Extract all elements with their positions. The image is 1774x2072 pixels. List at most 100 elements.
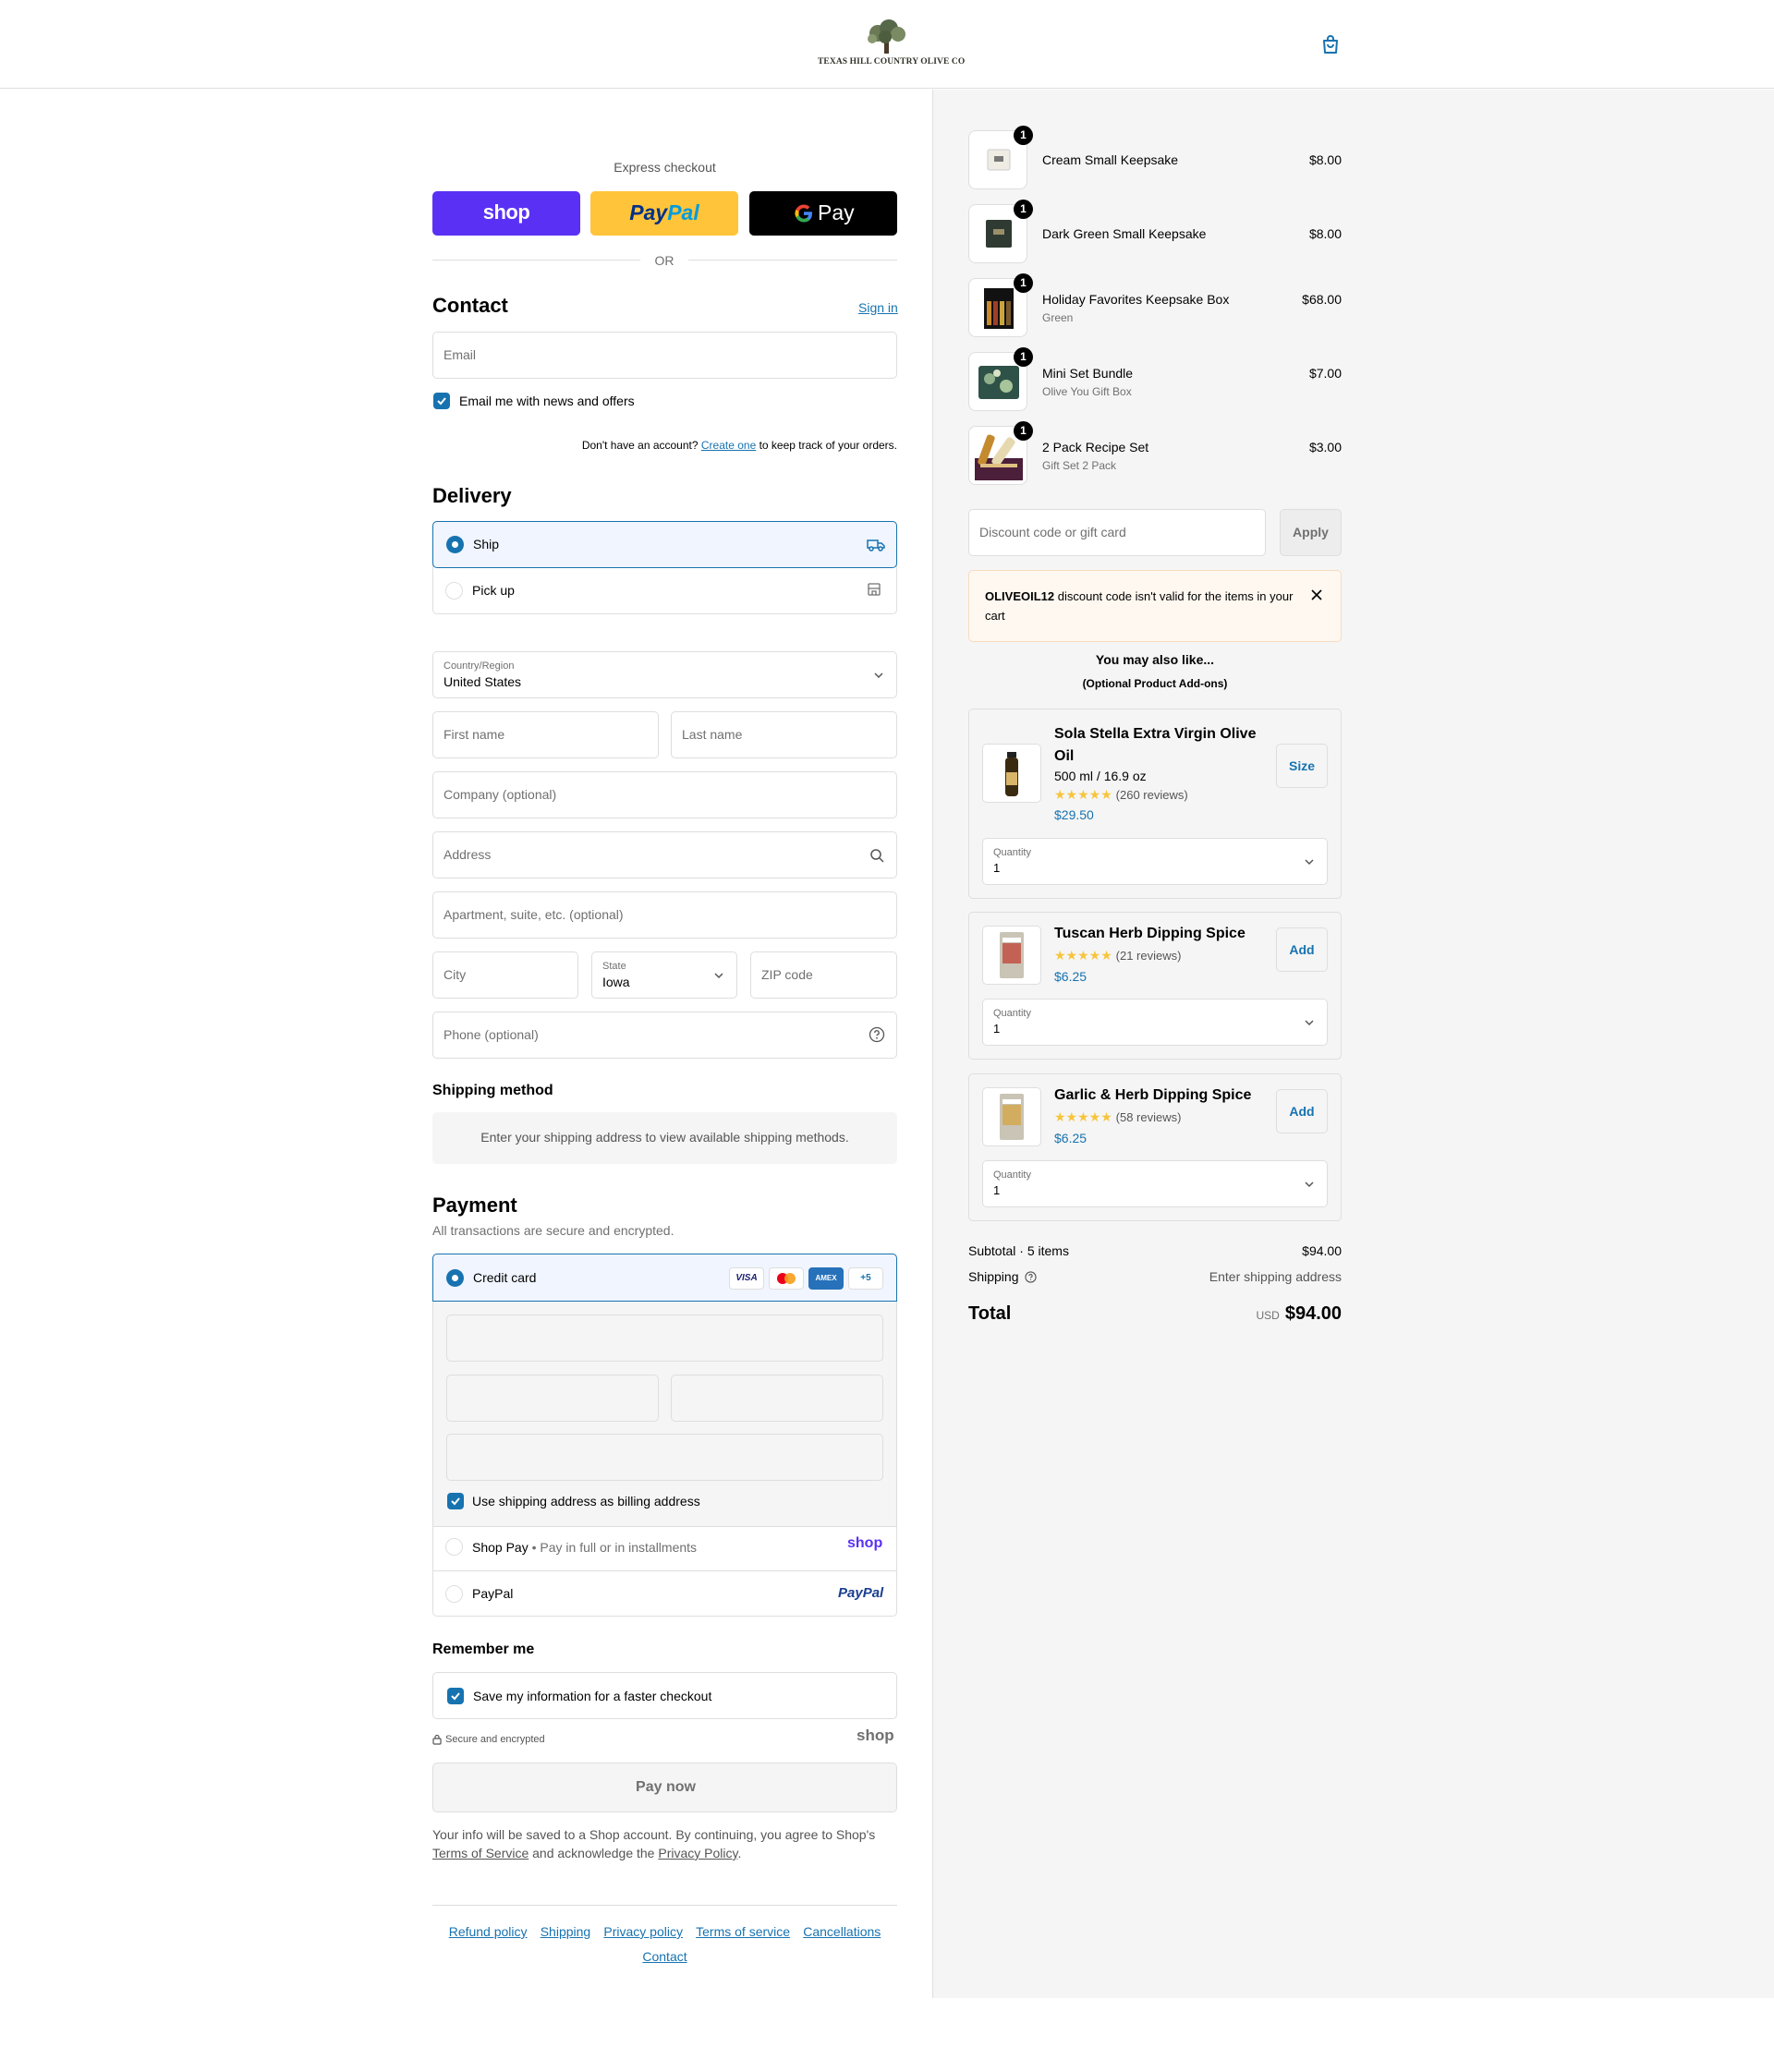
ship-radio[interactable]: [446, 536, 464, 553]
delivery-heading: Delivery: [432, 484, 512, 507]
shop-pay-radio[interactable]: [445, 1538, 463, 1556]
billing-same-label: Use shipping address as billing address: [472, 1494, 700, 1509]
shop-pay-option[interactable]: Shop Pay • Pay in full or in installment…: [472, 1540, 697, 1555]
apply-button[interactable]: Apply: [1280, 509, 1342, 556]
rating-stars: ★★★★★ (21 reviews): [1054, 948, 1182, 963]
help-icon[interactable]: [869, 1026, 885, 1043]
help-icon[interactable]: [1025, 1271, 1038, 1283]
privacy-policy-link[interactable]: Privacy policy: [603, 1924, 683, 1939]
footer-links: Refund policy Shipping Privacy policy Te…: [432, 1920, 897, 1969]
email-field[interactable]: Email: [432, 332, 897, 379]
search-icon: [870, 849, 884, 863]
expiry-field[interactable]: [446, 1375, 659, 1422]
line-item-title: Dark Green Small Keepsake: [1042, 226, 1207, 241]
product-price: $29.50: [1054, 807, 1094, 822]
company-field[interactable]: Company (optional): [432, 771, 897, 818]
rating-stars: ★★★★★ (260 reviews): [1054, 787, 1188, 802]
sign-in-link[interactable]: Sign in: [858, 300, 898, 315]
quantity-select[interactable]: Quantity 1: [982, 838, 1328, 885]
pickup-radio[interactable]: [445, 582, 463, 600]
apartment-field[interactable]: Apartment, suite, etc. (optional): [432, 891, 897, 939]
phone-placeholder: Phone (optional): [444, 1027, 539, 1042]
security-code-field[interactable]: [671, 1375, 883, 1422]
cardholder-name-field[interactable]: [446, 1434, 883, 1481]
ship-label: Ship: [473, 537, 500, 551]
credit-card-option[interactable]: Credit card VISA AMEX +5: [432, 1254, 897, 1302]
pay-now-button[interactable]: Pay now: [432, 1763, 897, 1812]
add-button[interactable]: Add: [1276, 927, 1328, 972]
olive-tree-icon: [868, 19, 905, 54]
quantity-value: 1: [993, 861, 1001, 875]
credit-card-label: Credit card: [473, 1270, 537, 1285]
quantity-select[interactable]: Quantity 1: [982, 999, 1328, 1046]
product-thumbnail: [982, 926, 1041, 985]
lock-icon: [432, 1734, 442, 1745]
legal-text: Your info will be saved to a Shop accoun…: [432, 1827, 876, 1860]
add-button[interactable]: Add: [1276, 1089, 1328, 1133]
quantity-value: 1: [993, 1022, 1001, 1036]
shop-pay-button[interactable]: shop: [432, 191, 580, 236]
create-account-link[interactable]: Create one: [701, 439, 756, 452]
subtotal-label: Subtotal · 5 items: [968, 1243, 1069, 1258]
shipping-link[interactable]: Shipping: [541, 1924, 591, 1939]
line-item-title: Holiday Favorites Keepsake Box: [1042, 292, 1230, 307]
google-pay-button[interactable]: Pay: [749, 191, 897, 236]
privacy-link[interactable]: Privacy Policy: [658, 1846, 737, 1860]
line-item-variant: Olive You Gift Box: [1042, 385, 1132, 398]
refund-policy-link[interactable]: Refund policy: [449, 1924, 528, 1939]
cancellations-link[interactable]: Cancellations: [803, 1924, 881, 1939]
save-info-checkbox[interactable]: [447, 1688, 464, 1704]
last-name-field[interactable]: Last name: [671, 711, 897, 758]
product-price: $6.25: [1054, 969, 1087, 984]
discount-code-field[interactable]: Discount code or gift card: [968, 509, 1266, 556]
city-field[interactable]: City: [432, 951, 578, 999]
chevron-down-icon: [1305, 1181, 1314, 1188]
account-prompt: Don't have an account? Create one to kee…: [581, 439, 897, 452]
quantity-badge: 1: [1014, 200, 1033, 219]
city-placeholder: City: [444, 967, 467, 982]
company-placeholder: Company (optional): [444, 787, 557, 802]
express-checkout-title: Express checkout: [614, 160, 716, 175]
billing-same-checkbox[interactable]: [447, 1493, 464, 1509]
shop-pay-logo: shop: [847, 1535, 883, 1551]
mastercard-icon: [769, 1267, 804, 1290]
google-pay-label: Pay: [818, 200, 855, 224]
total-amount: $94.00: [1284, 1303, 1342, 1324]
terms-link[interactable]: Terms of Service: [432, 1846, 529, 1860]
paypal-radio[interactable]: [445, 1585, 463, 1603]
address-placeholder: Address: [444, 847, 492, 862]
amex-icon: AMEX: [808, 1267, 844, 1290]
quantity-label: Quantity: [993, 847, 1031, 858]
address-field[interactable]: Address: [432, 831, 897, 878]
upsell-title: You may also like...: [1095, 652, 1215, 667]
store-logo[interactable]: TEXAS HILL COUNTRY OLIVE CO: [818, 18, 965, 70]
apartment-placeholder: Apartment, suite, etc. (optional): [444, 907, 624, 922]
secure-label: Secure and encrypted: [445, 1734, 545, 1745]
product-name: Sola Stella Extra Virgin Olive Oil: [1054, 726, 1257, 764]
zip-field[interactable]: ZIP code: [750, 951, 897, 999]
quantity-select[interactable]: Quantity 1: [982, 1160, 1328, 1207]
terms-of-service-link[interactable]: Terms of service: [696, 1924, 790, 1939]
phone-field[interactable]: Phone (optional): [432, 1012, 897, 1059]
paypal-button[interactable]: PayPal: [590, 191, 738, 236]
card-number-field[interactable]: [446, 1315, 883, 1362]
currency-code: USD: [1256, 1309, 1280, 1322]
size-button[interactable]: Size: [1276, 744, 1328, 788]
visa-icon: VISA: [729, 1267, 764, 1290]
shopping-bag-icon[interactable]: [1319, 33, 1342, 55]
shop-logo: shop: [857, 1727, 894, 1744]
state-select[interactable]: State Iowa: [591, 951, 737, 999]
ship-option[interactable]: Ship: [432, 521, 897, 568]
remember-me-option[interactable]: Save my information for a faster checkou…: [432, 1672, 897, 1719]
paypal-option-label[interactable]: PayPal: [472, 1586, 513, 1601]
contact-heading: Contact: [432, 294, 508, 317]
newsletter-checkbox[interactable]: [433, 393, 450, 409]
line-item-price: $3.00: [1308, 440, 1342, 454]
line-item-price: $8.00: [1308, 152, 1342, 167]
contact-link[interactable]: Contact: [642, 1949, 687, 1964]
first-name-field[interactable]: First name: [432, 711, 659, 758]
pickup-label[interactable]: Pick up: [472, 583, 515, 598]
credit-card-radio[interactable]: [446, 1269, 464, 1287]
country-select[interactable]: Country/Region United States: [432, 651, 897, 698]
close-icon[interactable]: [1311, 589, 1322, 600]
